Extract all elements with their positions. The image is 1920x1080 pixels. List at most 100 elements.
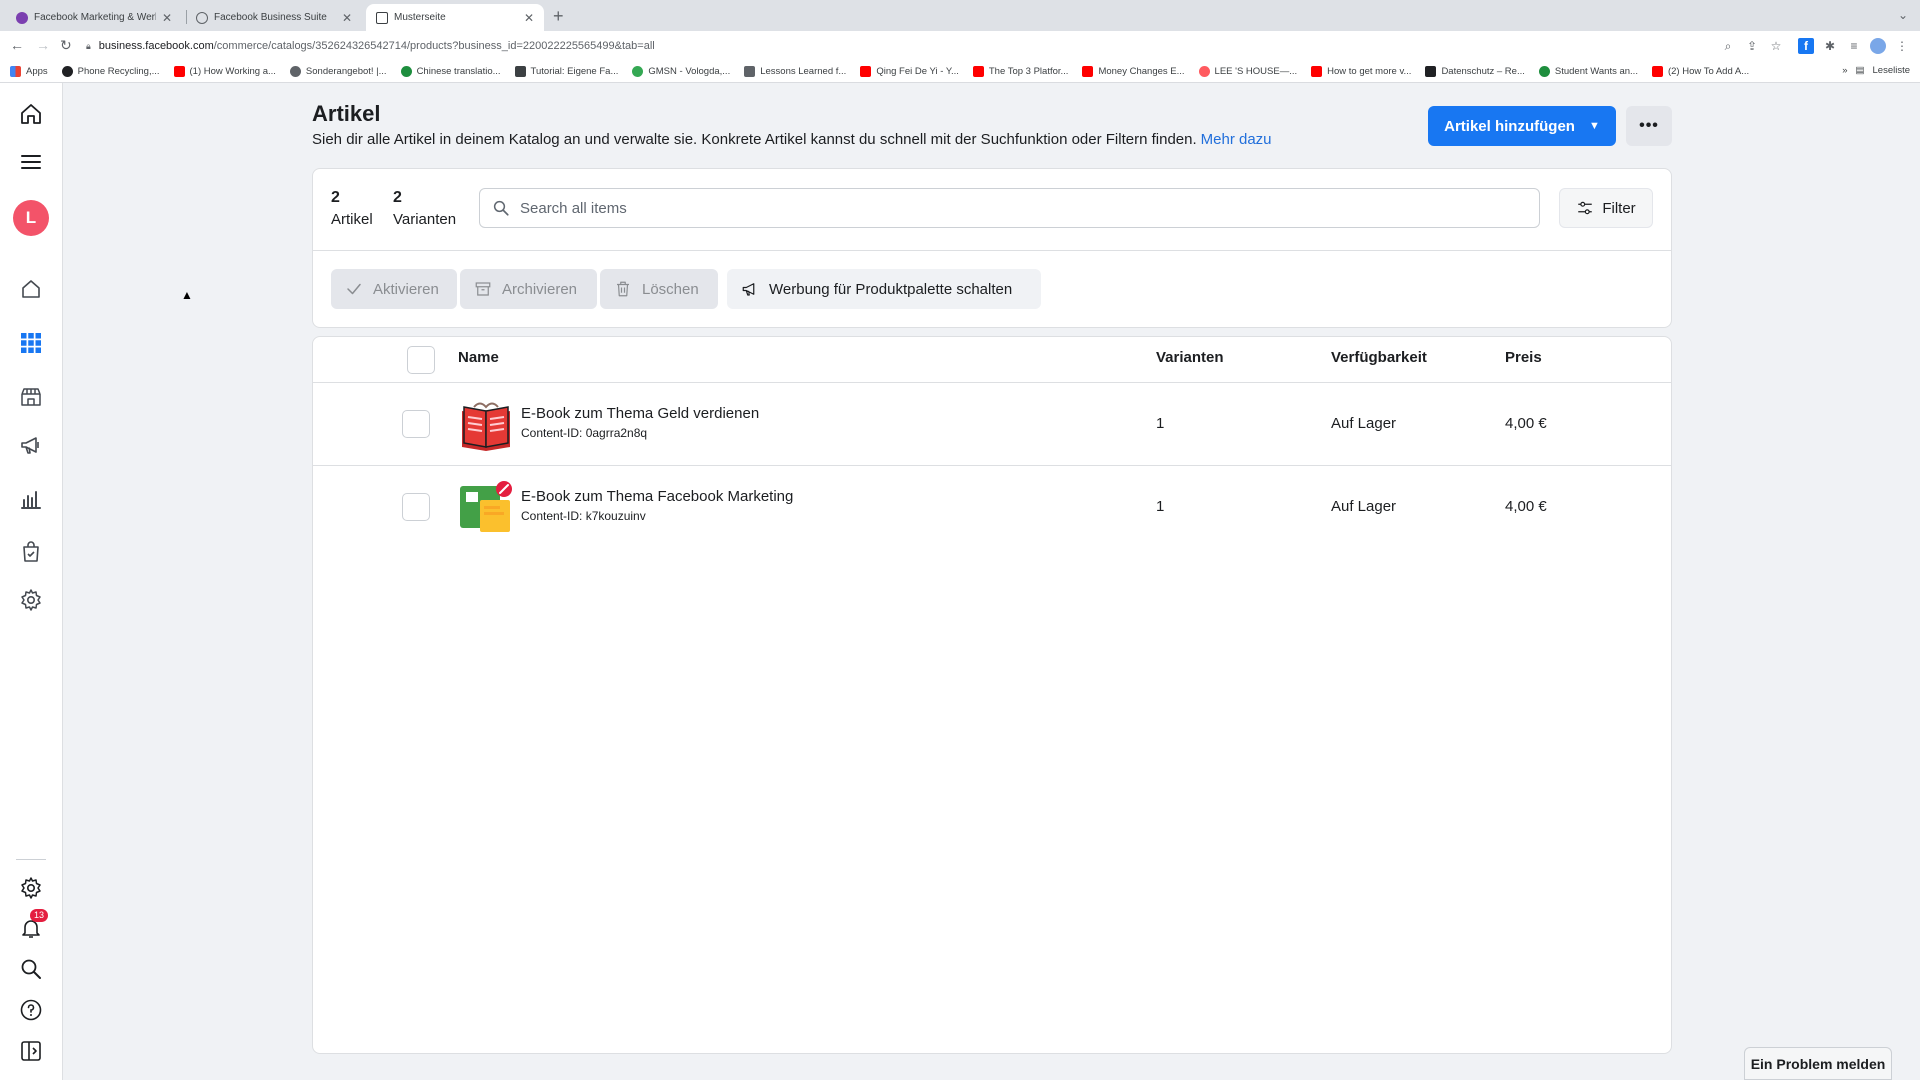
select-all-checkbox[interactable] — [407, 346, 435, 374]
rail-collapse-button[interactable] — [16, 1036, 46, 1066]
filter-label: Filter — [1602, 199, 1636, 217]
learn-more-link[interactable]: Mehr dazu — [1201, 131, 1272, 148]
filter-button[interactable]: Filter — [1559, 188, 1653, 228]
bookmark-item[interactable]: Chinese translatio... — [400, 66, 501, 77]
browser-tab-1[interactable]: Facebook Marketing & Werbea ✕ — [6, 4, 182, 31]
new-tab-icon[interactable]: + — [553, 6, 564, 27]
bookmark-item[interactable]: Money Changes E... — [1082, 66, 1185, 77]
bookmark-item[interactable]: Student Wants an... — [1538, 66, 1638, 77]
archive-button[interactable]: Archivieren — [460, 269, 597, 309]
product-price: 4,00 € — [1505, 415, 1547, 432]
bookmark-item[interactable]: Apps — [10, 66, 48, 77]
rail-home-button[interactable] — [16, 99, 46, 129]
bookmark-favicon-icon — [400, 66, 412, 77]
close-icon[interactable]: ✕ — [524, 11, 534, 25]
variants-label: Varianten — [393, 211, 457, 228]
rail-all-tools-button[interactable] — [16, 328, 46, 358]
rail-notifications-button[interactable]: 13 — [16, 909, 49, 943]
table-row[interactable]: E-Book zum Thema Geld verdienen Content-… — [313, 383, 1671, 465]
bookmark-favicon-icon — [1425, 66, 1437, 77]
product-availability: Auf Lager — [1331, 415, 1397, 432]
bookmark-item[interactable]: Lessons Learned f... — [744, 66, 846, 77]
share-icon[interactable]: ⇪ — [1744, 38, 1760, 54]
product-name[interactable]: E-Book zum Thema Facebook Marketing — [521, 488, 793, 505]
avatar[interactable]: L — [13, 200, 49, 236]
rail-orders-button[interactable] — [16, 537, 46, 567]
report-problem-button[interactable]: Ein Problem melden — [1744, 1047, 1892, 1080]
tab-favicon-icon — [196, 11, 208, 24]
bookmark-item[interactable]: Datenschutz – Re... — [1425, 66, 1525, 77]
search-input[interactable]: Search all items — [479, 188, 1540, 228]
bookmark-item[interactable]: Sonderangebot! |... — [289, 66, 387, 77]
variants-count: 2 — [393, 189, 402, 206]
bookmark-label: Money Changes E... — [1098, 66, 1185, 77]
shopping-bag-icon — [23, 541, 39, 562]
column-header-availability[interactable]: Verfügbarkeit — [1331, 349, 1427, 366]
rail-ads-button[interactable] — [16, 430, 46, 460]
bookmark-item[interactable]: Phone Recycling,... — [61, 66, 160, 77]
close-icon[interactable]: ✕ — [162, 11, 172, 25]
rail-help-button[interactable] — [16, 995, 46, 1025]
column-header-variants[interactable]: Varianten — [1156, 349, 1224, 366]
airbnb-icon — [1198, 66, 1210, 77]
profile-avatar-icon[interactable] — [1870, 38, 1886, 54]
bookmark-item[interactable]: Tutorial: Eigene Fa... — [514, 66, 618, 77]
rail-search-button[interactable] — [16, 954, 46, 984]
bookmark-item[interactable]: (2) How To Add A... — [1651, 66, 1749, 77]
bookmark-label: Sonderangebot! |... — [305, 66, 387, 77]
activate-button[interactable]: Aktivieren — [331, 269, 457, 309]
rail-settings-button[interactable] — [16, 585, 46, 615]
back-arrow-icon[interactable]: ← — [10, 37, 24, 53]
bookmark-item[interactable]: (1) How Working a... — [173, 66, 276, 77]
close-icon[interactable]: ✕ — [342, 11, 352, 25]
product-availability: Auf Lager — [1331, 498, 1397, 515]
rail-business-home-button[interactable] — [16, 274, 46, 304]
browser-tab-3[interactable]: Musterseite ✕ — [366, 4, 544, 31]
product-price: 4,00 € — [1505, 498, 1547, 515]
bookmark-star-icon[interactable]: ☆ — [1768, 38, 1784, 54]
address-bar[interactable]: 🔒︎ business.facebook.com/commerce/catalo… — [86, 35, 1776, 57]
media-queue-icon[interactable]: ≡ — [1846, 38, 1862, 54]
bookmark-item[interactable]: LEE 'S HOUSE—... — [1198, 66, 1297, 77]
bookmark-item[interactable]: Qing Fei De Yi - Y... — [860, 66, 959, 77]
hash-icon — [514, 66, 526, 77]
more-options-button[interactable]: ••• — [1626, 106, 1672, 146]
youtube-icon — [972, 66, 984, 77]
variants-count-stat: 2 Varianten — [393, 189, 456, 228]
forward-arrow-icon[interactable]: → — [36, 37, 50, 53]
table-row[interactable]: E-Book zum Thema Facebook Marketing Cont… — [313, 466, 1671, 548]
browser-menu-icon[interactable]: ⋮ — [1894, 38, 1910, 54]
product-name[interactable]: E-Book zum Thema Geld verdienen — [521, 405, 759, 422]
gear-icon — [21, 877, 41, 899]
page-title: Artikel — [312, 101, 381, 126]
lock-icon: 🔒︎ — [86, 40, 91, 51]
megaphone-icon — [21, 437, 39, 454]
reading-list-label[interactable]: Leseliste — [1873, 65, 1911, 76]
promote-catalog-button[interactable]: Werbung für Produktpalette schalten — [727, 269, 1041, 309]
rail-bottom-settings-button[interactable] — [16, 873, 46, 903]
delete-button[interactable]: Löschen — [600, 269, 718, 309]
rail-commerce-button[interactable] — [16, 382, 46, 412]
column-header-name[interactable]: Name — [458, 349, 499, 366]
tab-search-chevron-icon[interactable]: ⌄ — [1898, 8, 1908, 22]
mouse-cursor-icon: ▲ — [181, 288, 193, 302]
rail-insights-button[interactable] — [16, 484, 46, 514]
bookmark-item[interactable]: The Top 3 Platfor... — [972, 66, 1068, 77]
browser-tab-bar: Facebook Marketing & Werbea ✕ Facebook B… — [0, 0, 1920, 31]
reload-icon[interactable]: ↻ — [60, 37, 72, 54]
browser-tab-2[interactable]: Facebook Business Suite ✕ — [186, 4, 362, 31]
bookmark-item[interactable]: GMSN - Vologda,... — [632, 66, 730, 77]
rail-menu-button[interactable] — [16, 147, 46, 177]
column-header-price[interactable]: Preis — [1505, 349, 1542, 366]
bookmark-favicon-icon — [632, 66, 644, 77]
bookmark-item[interactable]: How to get more v... — [1311, 66, 1411, 77]
row-checkbox[interactable] — [402, 410, 430, 438]
reading-list-icon[interactable]: ▤ — [1856, 65, 1865, 76]
add-items-button[interactable]: Artikel hinzufügen ▼ — [1428, 106, 1616, 146]
archive-label: Archivieren — [502, 280, 578, 298]
more-bookmarks-icon[interactable]: » — [1842, 65, 1847, 76]
zoom-icon[interactable]: ⌕ — [1720, 38, 1736, 54]
facebook-extension-icon[interactable]: f — [1798, 38, 1814, 54]
extensions-puzzle-icon[interactable]: ✱ — [1822, 38, 1838, 54]
row-checkbox[interactable] — [402, 493, 430, 521]
